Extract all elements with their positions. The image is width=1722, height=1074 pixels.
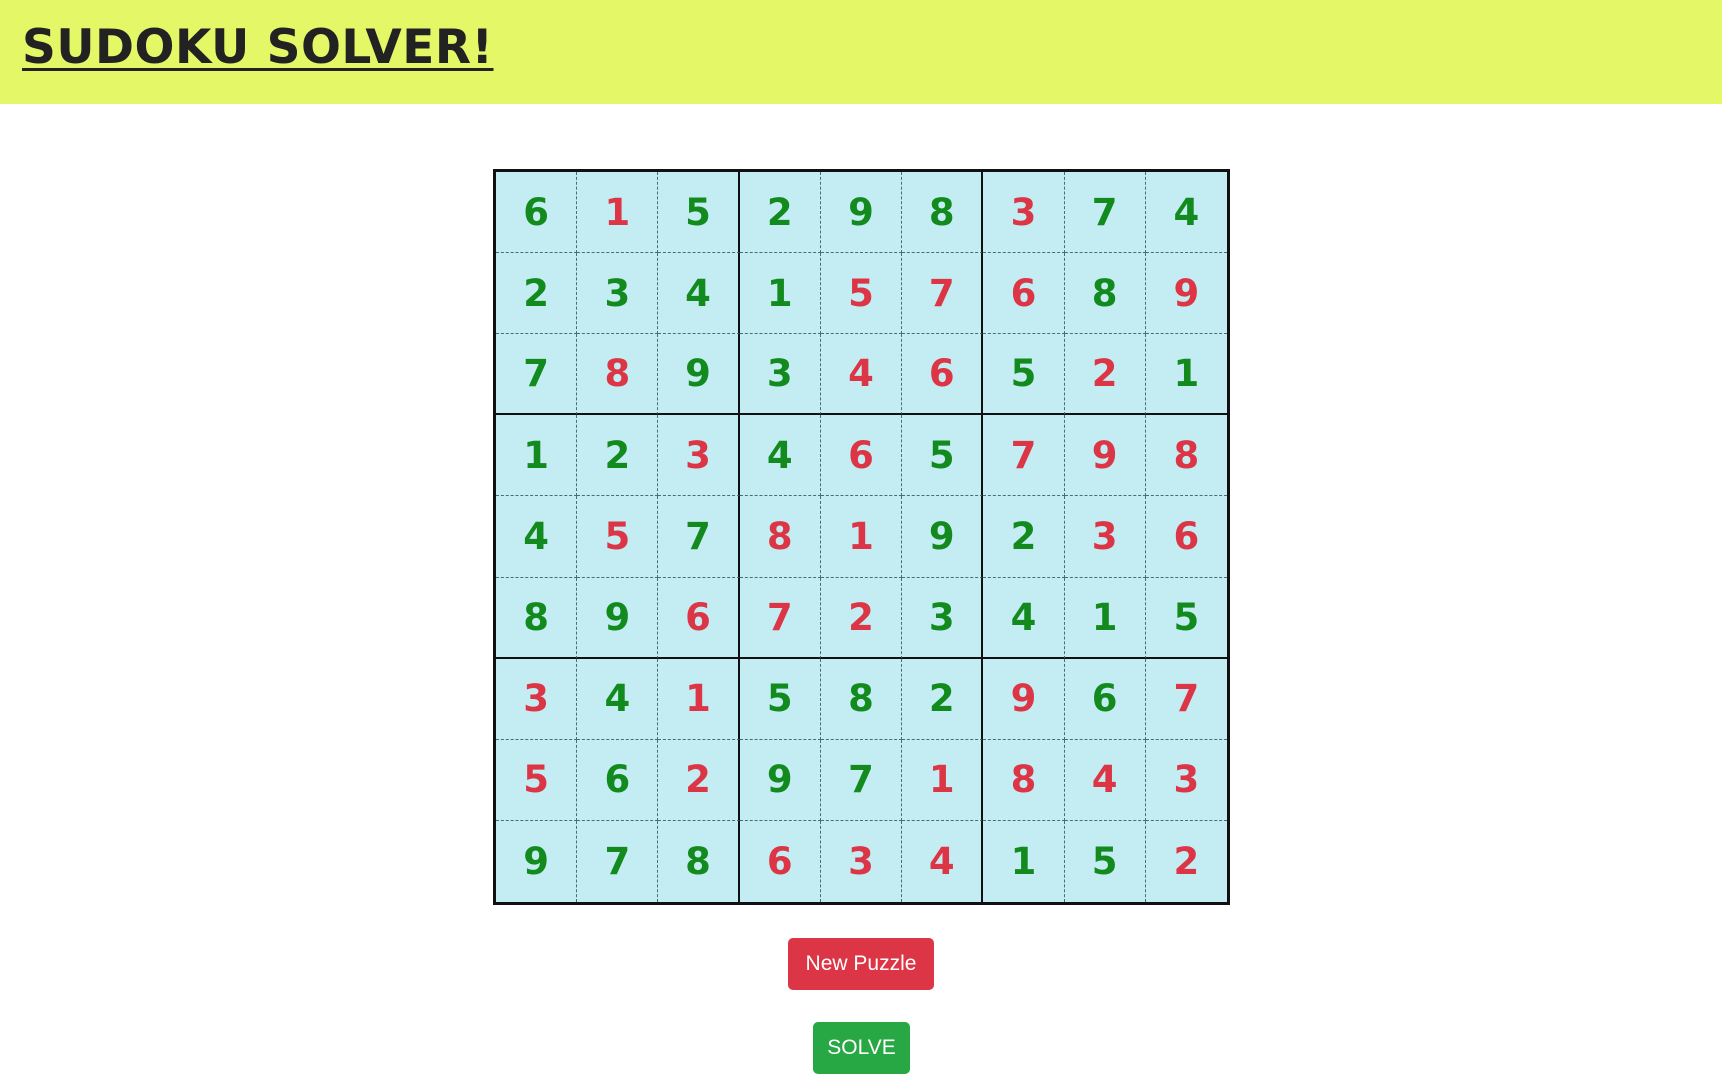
sudoku-cell-r5c2[interactable]: 5 bbox=[577, 496, 659, 578]
sudoku-cell-r3c4[interactable]: 3 bbox=[739, 334, 821, 416]
solve-button[interactable]: SOLVE bbox=[813, 1022, 910, 1074]
sudoku-cell-r2c9[interactable]: 9 bbox=[1145, 253, 1227, 335]
sudoku-cell-r2c1[interactable]: 2 bbox=[496, 253, 578, 335]
sudoku-cell-r7c9[interactable]: 7 bbox=[1145, 658, 1227, 740]
sudoku-cell-r4c7[interactable]: 7 bbox=[983, 415, 1065, 497]
sudoku-cell-r7c1[interactable]: 3 bbox=[496, 658, 578, 740]
sudoku-cell-r9c6[interactable]: 4 bbox=[902, 820, 984, 902]
sudoku-cell-r4c1[interactable]: 1 bbox=[496, 415, 578, 497]
sudoku-cell-r4c3[interactable]: 3 bbox=[658, 415, 740, 497]
sudoku-cell-r2c3[interactable]: 4 bbox=[658, 253, 740, 335]
sudoku-cell-r5c6[interactable]: 9 bbox=[902, 496, 984, 578]
sudoku-cell-r6c9[interactable]: 5 bbox=[1145, 577, 1227, 659]
sudoku-cell-r6c7[interactable]: 4 bbox=[983, 577, 1065, 659]
new-puzzle-button[interactable]: New Puzzle bbox=[788, 938, 934, 990]
sudoku-cell-r9c4[interactable]: 6 bbox=[739, 820, 821, 902]
sudoku-cell-r2c7[interactable]: 6 bbox=[983, 253, 1065, 335]
sudoku-cell-r2c5[interactable]: 5 bbox=[820, 253, 903, 335]
sudoku-cell-r2c6[interactable]: 7 bbox=[902, 253, 984, 335]
sudoku-cell-r6c1[interactable]: 8 bbox=[496, 577, 578, 659]
sudoku-cell-r8c9[interactable]: 3 bbox=[1145, 739, 1227, 821]
sudoku-cell-r6c3[interactable]: 6 bbox=[658, 577, 740, 659]
sudoku-cell-r8c4[interactable]: 9 bbox=[739, 739, 821, 821]
sudoku-cell-r7c4[interactable]: 5 bbox=[739, 658, 821, 740]
sudoku-cell-r3c3[interactable]: 9 bbox=[658, 334, 740, 416]
sudoku-cell-r1c6[interactable]: 8 bbox=[902, 172, 984, 254]
sudoku-cell-r4c2[interactable]: 2 bbox=[577, 415, 659, 497]
sudoku-cell-r3c1[interactable]: 7 bbox=[496, 334, 578, 416]
sudoku-cell-r9c7[interactable]: 1 bbox=[983, 820, 1065, 902]
sudoku-cell-r6c6[interactable]: 3 bbox=[902, 577, 984, 659]
sudoku-cell-r3c9[interactable]: 1 bbox=[1145, 334, 1227, 416]
sudoku-cell-r3c8[interactable]: 2 bbox=[1064, 334, 1146, 416]
sudoku-cell-r8c1[interactable]: 5 bbox=[496, 739, 578, 821]
sudoku-cell-r2c2[interactable]: 3 bbox=[577, 253, 659, 335]
sudoku-cell-r9c5[interactable]: 3 bbox=[820, 820, 903, 902]
sudoku-cell-r1c1[interactable]: 6 bbox=[496, 172, 578, 254]
sudoku-cell-r7c8[interactable]: 6 bbox=[1064, 658, 1146, 740]
sudoku-cell-r2c8[interactable]: 8 bbox=[1064, 253, 1146, 335]
sudoku-cell-r4c6[interactable]: 5 bbox=[902, 415, 984, 497]
sudoku-cell-r5c9[interactable]: 6 bbox=[1145, 496, 1227, 578]
sudoku-cell-r2c4[interactable]: 1 bbox=[739, 253, 821, 335]
sudoku-cell-r1c4[interactable]: 2 bbox=[739, 172, 821, 254]
sudoku-cell-r1c7[interactable]: 3 bbox=[983, 172, 1065, 254]
sudoku-board: 6152983742341576897893465211234657984578… bbox=[493, 169, 1230, 905]
sudoku-cell-r9c8[interactable]: 5 bbox=[1064, 820, 1146, 902]
sudoku-cell-r8c7[interactable]: 8 bbox=[983, 739, 1065, 821]
app-header: SUDOKU SOLVER! bbox=[0, 0, 1722, 104]
sudoku-cell-r6c8[interactable]: 1 bbox=[1064, 577, 1146, 659]
sudoku-cell-r3c6[interactable]: 6 bbox=[902, 334, 984, 416]
sudoku-cell-r6c2[interactable]: 9 bbox=[577, 577, 659, 659]
sudoku-cell-r1c9[interactable]: 4 bbox=[1145, 172, 1227, 254]
sudoku-cell-r5c1[interactable]: 4 bbox=[496, 496, 578, 578]
sudoku-cell-r4c4[interactable]: 4 bbox=[739, 415, 821, 497]
sudoku-cell-r8c6[interactable]: 1 bbox=[902, 739, 984, 821]
sudoku-cell-r5c3[interactable]: 7 bbox=[658, 496, 740, 578]
sudoku-cell-r7c2[interactable]: 4 bbox=[577, 658, 659, 740]
sudoku-cell-r7c6[interactable]: 2 bbox=[902, 658, 984, 740]
sudoku-cell-r3c2[interactable]: 8 bbox=[577, 334, 659, 416]
sudoku-cell-r5c7[interactable]: 2 bbox=[983, 496, 1065, 578]
sudoku-cell-r1c8[interactable]: 7 bbox=[1064, 172, 1146, 254]
sudoku-cell-r9c1[interactable]: 9 bbox=[496, 820, 578, 902]
sudoku-cell-r8c3[interactable]: 2 bbox=[658, 739, 740, 821]
sudoku-cell-r5c5[interactable]: 1 bbox=[820, 496, 903, 578]
sudoku-cell-r6c5[interactable]: 2 bbox=[820, 577, 903, 659]
page-title: SUDOKU SOLVER! bbox=[22, 20, 494, 75]
sudoku-cell-r7c3[interactable]: 1 bbox=[658, 658, 740, 740]
sudoku-cell-r9c2[interactable]: 7 bbox=[577, 820, 659, 902]
sudoku-cell-r6c4[interactable]: 7 bbox=[739, 577, 821, 659]
sudoku-cell-r4c5[interactable]: 6 bbox=[820, 415, 903, 497]
sudoku-cell-r1c5[interactable]: 9 bbox=[820, 172, 903, 254]
sudoku-cell-r5c4[interactable]: 8 bbox=[739, 496, 821, 578]
sudoku-cell-r4c8[interactable]: 9 bbox=[1064, 415, 1146, 497]
sudoku-cell-r8c5[interactable]: 7 bbox=[820, 739, 903, 821]
sudoku-cell-r1c2[interactable]: 1 bbox=[577, 172, 659, 254]
sudoku-cell-r1c3[interactable]: 5 bbox=[658, 172, 740, 254]
sudoku-cell-r8c8[interactable]: 4 bbox=[1064, 739, 1146, 821]
sudoku-cell-r9c3[interactable]: 8 bbox=[658, 820, 740, 902]
sudoku-cell-r3c5[interactable]: 4 bbox=[820, 334, 903, 416]
sudoku-cell-r7c7[interactable]: 9 bbox=[983, 658, 1065, 740]
sudoku-cell-r4c9[interactable]: 8 bbox=[1145, 415, 1227, 497]
sudoku-cell-r3c7[interactable]: 5 bbox=[983, 334, 1065, 416]
sudoku-cell-r5c8[interactable]: 3 bbox=[1064, 496, 1146, 578]
sudoku-cell-r8c2[interactable]: 6 bbox=[577, 739, 659, 821]
sudoku-cell-r9c9[interactable]: 2 bbox=[1145, 820, 1227, 902]
sudoku-cell-r7c5[interactable]: 8 bbox=[820, 658, 903, 740]
